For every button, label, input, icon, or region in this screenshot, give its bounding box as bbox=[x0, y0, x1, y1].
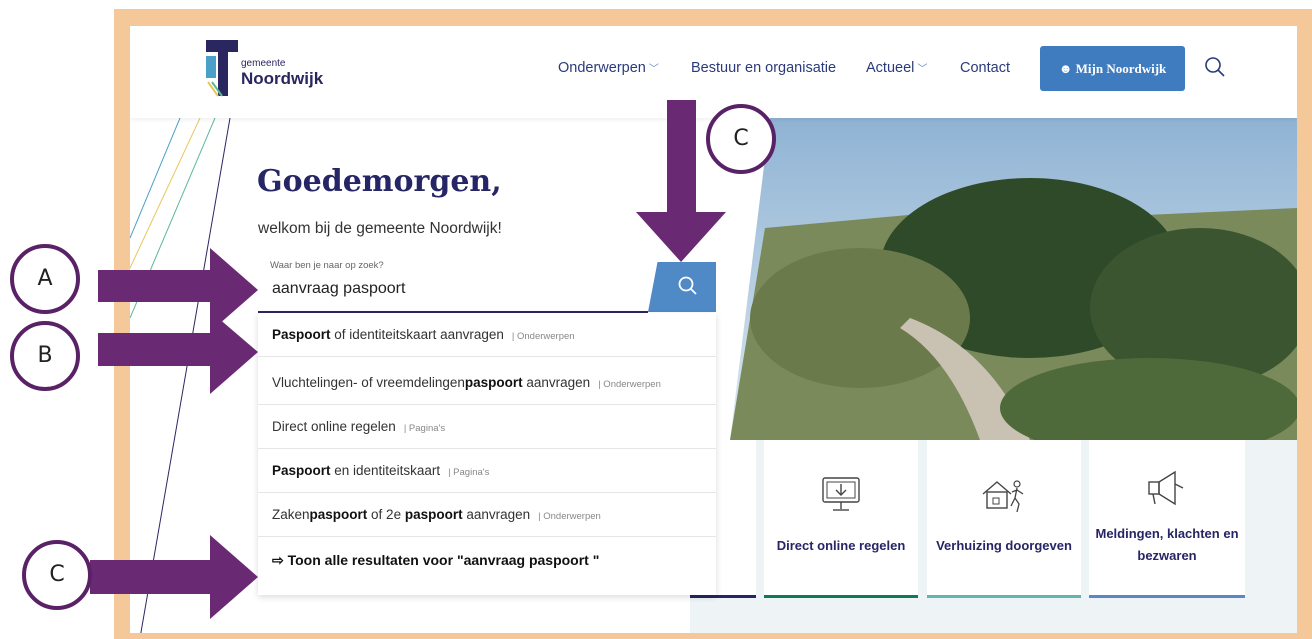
annotation-label-b: B bbox=[10, 321, 80, 391]
annotation-label-c-bottom: C bbox=[22, 540, 92, 610]
arrow-b bbox=[98, 311, 258, 394]
arrow-a bbox=[98, 248, 258, 332]
arrow-c-bottom bbox=[90, 535, 258, 619]
annotation-label-a: A bbox=[10, 244, 80, 314]
annotation-arrows bbox=[90, 100, 726, 619]
annotation-label-c-top: C bbox=[706, 104, 776, 174]
